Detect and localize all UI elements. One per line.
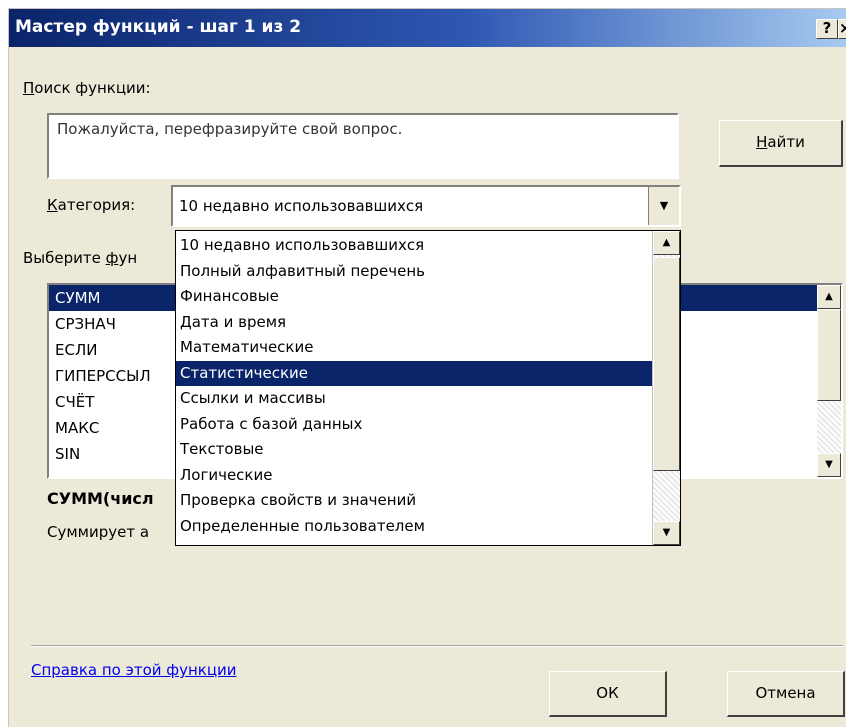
dropdown-item[interactable]: Полный алфавитный перечень xyxy=(176,259,653,285)
function-wizard-dialog: Мастер функций - шаг 1 из 2 ? × Поиск фу… xyxy=(8,8,846,727)
title-bar[interactable]: Мастер функций - шаг 1 из 2 ? × xyxy=(9,9,846,47)
function-list-label: Выберите фун xyxy=(23,249,138,267)
dropdown-item[interactable]: Математические xyxy=(176,335,653,361)
category-selected-value: 10 недавно использовавшихся xyxy=(179,197,424,215)
dropdown-item[interactable]: Дата и время xyxy=(176,310,653,336)
divider xyxy=(31,645,843,647)
chevron-down-icon[interactable]: ▼ xyxy=(648,187,679,225)
close-button[interactable]: × xyxy=(838,19,846,39)
category-label: Категория: xyxy=(47,196,136,214)
cancel-button[interactable]: Отмена xyxy=(727,671,845,717)
dropdown-item[interactable]: Проверка свойств и значений xyxy=(176,488,653,514)
category-dropdown[interactable]: 10 недавно использовавшихся Полный алфав… xyxy=(175,230,681,546)
search-input[interactable]: Пожалуйста, перефразируйте свой вопрос. xyxy=(47,113,679,179)
category-select[interactable]: 10 недавно использовавшихся ▼ xyxy=(171,185,681,227)
function-signature: СУММ(числ xyxy=(47,489,154,508)
search-label: Поиск функции: xyxy=(23,79,151,97)
dropdown-item[interactable]: Определенные пользователем xyxy=(176,514,653,540)
dropdown-item[interactable]: Финансовые xyxy=(176,284,653,310)
dropdown-item[interactable]: 10 недавно использовавшихся xyxy=(176,233,653,259)
dropdown-item[interactable]: Логические xyxy=(176,463,653,489)
dropdown-scrollbar[interactable]: ▲ ▼ xyxy=(652,231,680,545)
scroll-thumb[interactable] xyxy=(653,257,680,471)
dropdown-item-highlighted[interactable]: Статистические xyxy=(176,360,653,386)
scroll-down-icon[interactable]: ▼ xyxy=(817,453,841,477)
dropdown-item[interactable]: Работа с базой данных xyxy=(176,412,653,438)
dropdown-item[interactable]: Текстовые xyxy=(176,437,653,463)
dropdown-item[interactable]: Ссылки и массивы xyxy=(176,386,653,412)
function-description: Суммирует а xyxy=(47,523,150,541)
scroll-up-icon[interactable]: ▲ xyxy=(653,231,680,255)
dialog-title: Мастер функций - шаг 1 из 2 xyxy=(15,17,302,37)
help-button[interactable]: ? xyxy=(816,19,838,39)
function-list-scrollbar[interactable]: ▲ ▼ xyxy=(817,285,841,477)
scroll-thumb[interactable] xyxy=(817,309,841,401)
help-link[interactable]: Справка по этой функции xyxy=(31,661,237,679)
scroll-down-icon[interactable]: ▼ xyxy=(653,521,680,545)
ok-button[interactable]: ОК xyxy=(549,671,667,717)
scroll-up-icon[interactable]: ▲ xyxy=(817,285,841,309)
find-button[interactable]: Найти xyxy=(719,120,843,167)
